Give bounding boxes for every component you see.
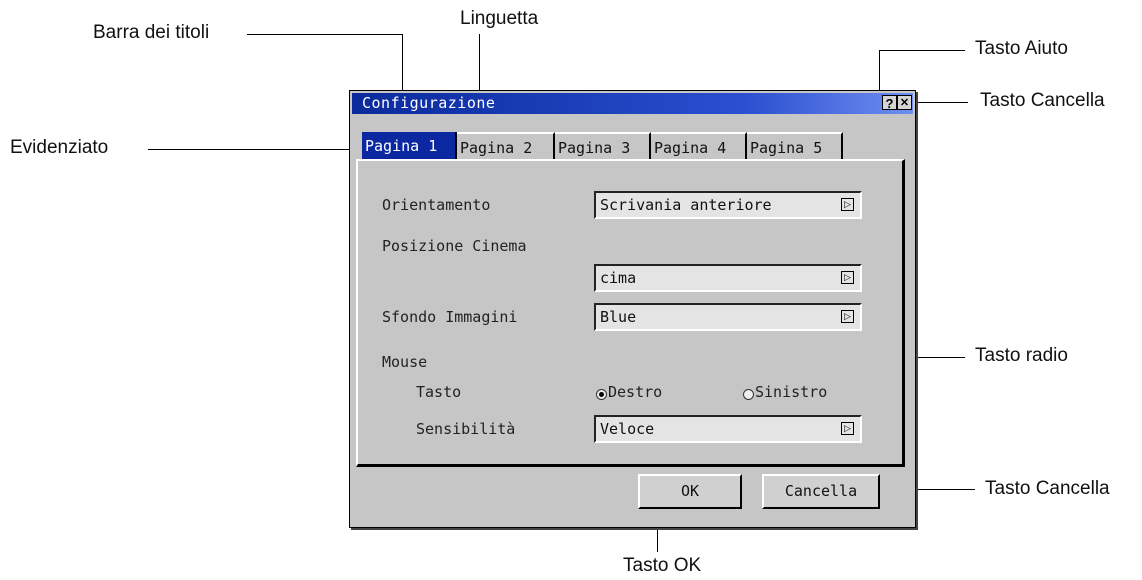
callout-highlighted: Evidenziato (10, 137, 109, 158)
tab-pagina-4[interactable]: Pagina 4 (651, 132, 747, 160)
orientation-dropdown[interactable]: Scrivania anteriore ▷ (594, 191, 862, 219)
tab-pagina-5[interactable]: Pagina 5 (747, 132, 843, 160)
sensitivity-value: Veloce (600, 420, 655, 438)
radio-destro-label[interactable]: Destro (608, 383, 662, 401)
title-bar[interactable]: Configurazione ? ✕ (352, 93, 913, 114)
configuration-dialog: Configurazione ? ✕ Pagina 1 Pagina 2 Pag… (349, 90, 916, 528)
dropdown-arrow-icon[interactable]: ▷ (841, 310, 854, 323)
tab-panel: Orientamento Scrivania anteriore ▷ Posiz… (356, 159, 905, 467)
orientation-value: Scrivania anteriore (600, 196, 772, 214)
cinema-position-dropdown[interactable]: cima ▷ (594, 264, 862, 292)
radio-sinistro[interactable] (743, 389, 754, 400)
dropdown-arrow-icon[interactable]: ▷ (841, 422, 854, 435)
cinema-position-label: Posizione Cinema (382, 237, 527, 255)
help-button[interactable]: ? (882, 95, 897, 111)
dropdown-arrow-icon[interactable]: ▷ (841, 198, 854, 211)
callout-close-button: Tasto Cancella (980, 90, 1105, 111)
background-label: Sfondo Immagini (382, 308, 518, 326)
leader-highlighted (148, 149, 370, 150)
tab-pagina-1[interactable]: Pagina 1 (362, 132, 457, 160)
callout-title-bar: Barra dei titoli (93, 22, 210, 43)
sensitivity-dropdown[interactable]: Veloce ▷ (594, 415, 862, 443)
cinema-position-value: cima (600, 269, 637, 287)
callout-ok-button: Tasto OK (623, 555, 702, 576)
orientation-label: Orientamento (382, 196, 491, 214)
leader-title-bar-h (247, 34, 402, 35)
callout-radio-button: Tasto radio (975, 345, 1068, 366)
background-dropdown[interactable]: Blue ▷ (594, 303, 862, 331)
callout-help-button: Tasto Aiuto (975, 38, 1068, 59)
ok-button[interactable]: OK (638, 474, 742, 509)
cancel-button[interactable]: Cancella (762, 474, 880, 509)
callout-tab: Linguetta (460, 8, 539, 29)
tab-pagina-3[interactable]: Pagina 3 (555, 132, 651, 160)
tab-pagina-2[interactable]: Pagina 2 (457, 132, 555, 160)
background-value: Blue (600, 308, 637, 326)
leader-help-h (879, 50, 965, 51)
dropdown-arrow-icon[interactable]: ▷ (841, 271, 854, 284)
mouse-label: Mouse (382, 353, 428, 371)
close-button[interactable]: ✕ (897, 95, 912, 110)
sensitivity-label: Sensibilità (416, 420, 516, 438)
mouse-button-label: Tasto (416, 383, 462, 401)
callout-cancel-button: Tasto Cancella (985, 478, 1110, 499)
dialog-title: Configurazione (362, 94, 496, 112)
radio-sinistro-label[interactable]: Sinistro (755, 383, 827, 401)
radio-destro[interactable] (596, 389, 607, 400)
